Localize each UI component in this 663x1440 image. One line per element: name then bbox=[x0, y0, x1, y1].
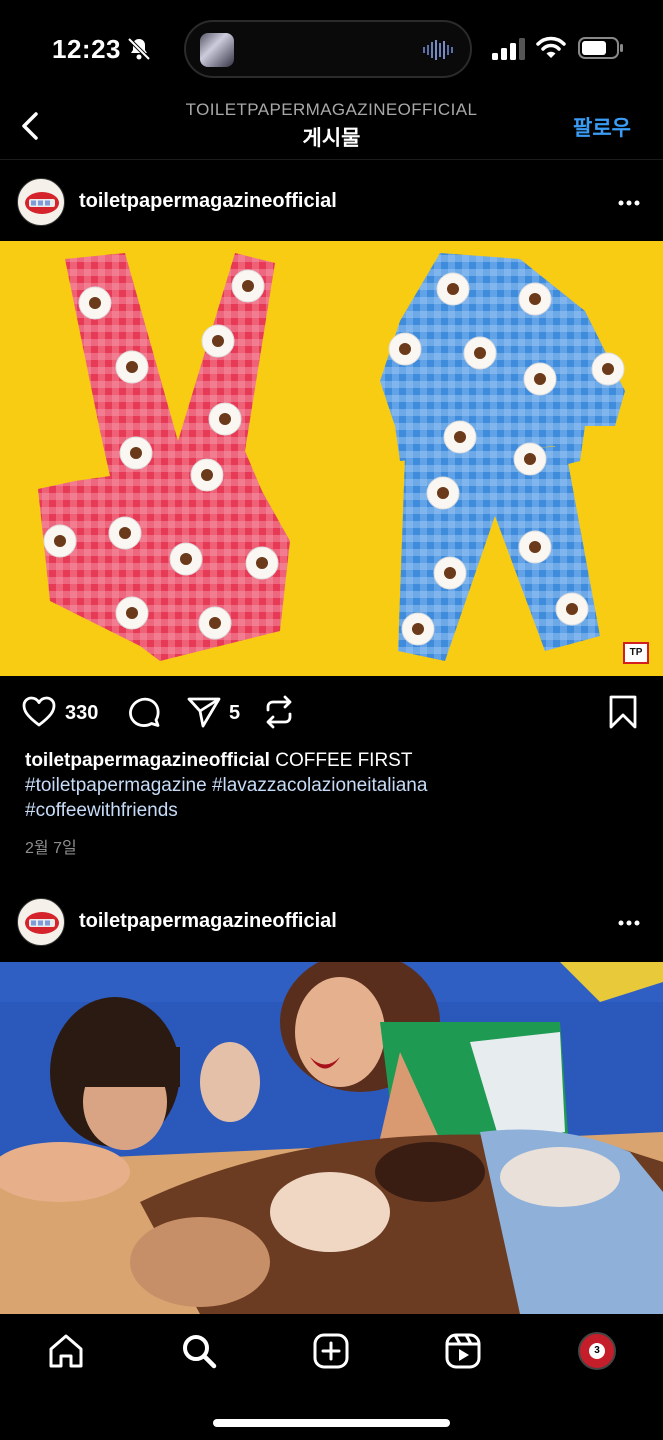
post-date: 2월 7일 bbox=[25, 840, 77, 857]
more-options-icon[interactable] bbox=[617, 191, 641, 215]
like-count[interactable]: 330 bbox=[65, 702, 98, 725]
post-username[interactable]: toiletpapermagazineofficial bbox=[79, 910, 337, 933]
avatar[interactable] bbox=[17, 898, 65, 946]
caption-username[interactable]: toiletpapermagazineofficial bbox=[25, 750, 270, 771]
dynamic-island[interactable] bbox=[184, 20, 472, 78]
share-send-icon[interactable] bbox=[186, 694, 222, 730]
bookmark-icon[interactable] bbox=[606, 694, 640, 730]
status-time: 12:23 bbox=[52, 34, 121, 64]
page-title: 게시물 bbox=[302, 127, 361, 150]
lips-logo-icon bbox=[25, 192, 59, 214]
repost-icon[interactable] bbox=[261, 694, 297, 730]
caption-text: COFFEE FIRST bbox=[275, 750, 413, 771]
top-header: TOILETPAPERMAGAZINEOFFICIAL 게시물 팔로우 bbox=[0, 100, 663, 160]
post-header: toiletpapermagazineofficial bbox=[0, 161, 663, 241]
more-options-icon[interactable] bbox=[617, 911, 641, 935]
wifi-icon bbox=[536, 36, 566, 58]
profile-icon[interactable]: 3 bbox=[578, 1332, 616, 1370]
home-icon[interactable] bbox=[47, 1332, 85, 1370]
caption-hashtags-2[interactable]: #coffeewithfriends bbox=[25, 798, 635, 823]
post-caption: toiletpapermagazineofficial COFFEE FIRST… bbox=[25, 748, 635, 823]
pajamas-artwork bbox=[38, 253, 625, 661]
share-count[interactable]: 5 bbox=[229, 702, 240, 725]
battery-icon bbox=[578, 37, 623, 59]
like-heart-icon[interactable] bbox=[21, 694, 57, 730]
reels-icon[interactable] bbox=[444, 1332, 482, 1370]
tp-logo: TP bbox=[623, 642, 649, 664]
status-bar: 12:23 bbox=[0, 0, 663, 100]
search-icon[interactable] bbox=[180, 1332, 218, 1370]
post-actions: 330 5 bbox=[0, 686, 663, 740]
header-account-name: TOILETPAPERMAGAZINEOFFICIAL bbox=[185, 100, 478, 119]
cake-party-photo bbox=[0, 962, 663, 1314]
home-indicator[interactable] bbox=[213, 1419, 450, 1427]
post-image[interactable]: TP bbox=[0, 241, 663, 676]
follow-button[interactable]: 팔로우 bbox=[573, 112, 631, 142]
profile-badge: 3 bbox=[589, 1343, 605, 1359]
post-header: toiletpapermagazineofficial bbox=[0, 881, 663, 961]
post-image[interactable] bbox=[0, 962, 663, 1314]
audio-waveform-icon bbox=[423, 40, 453, 60]
caption-hashtags[interactable]: #toiletpapermagazine #lavazzacolazioneit… bbox=[25, 773, 635, 798]
lips-logo-icon bbox=[25, 912, 59, 934]
comment-icon[interactable] bbox=[126, 694, 162, 730]
post-username[interactable]: toiletpapermagazineofficial bbox=[79, 190, 337, 213]
now-playing-thumbnail bbox=[200, 33, 234, 67]
cellular-signal-icon bbox=[492, 38, 525, 60]
avatar[interactable] bbox=[17, 178, 65, 226]
bell-muted-icon bbox=[127, 37, 151, 61]
create-icon[interactable] bbox=[312, 1332, 350, 1370]
